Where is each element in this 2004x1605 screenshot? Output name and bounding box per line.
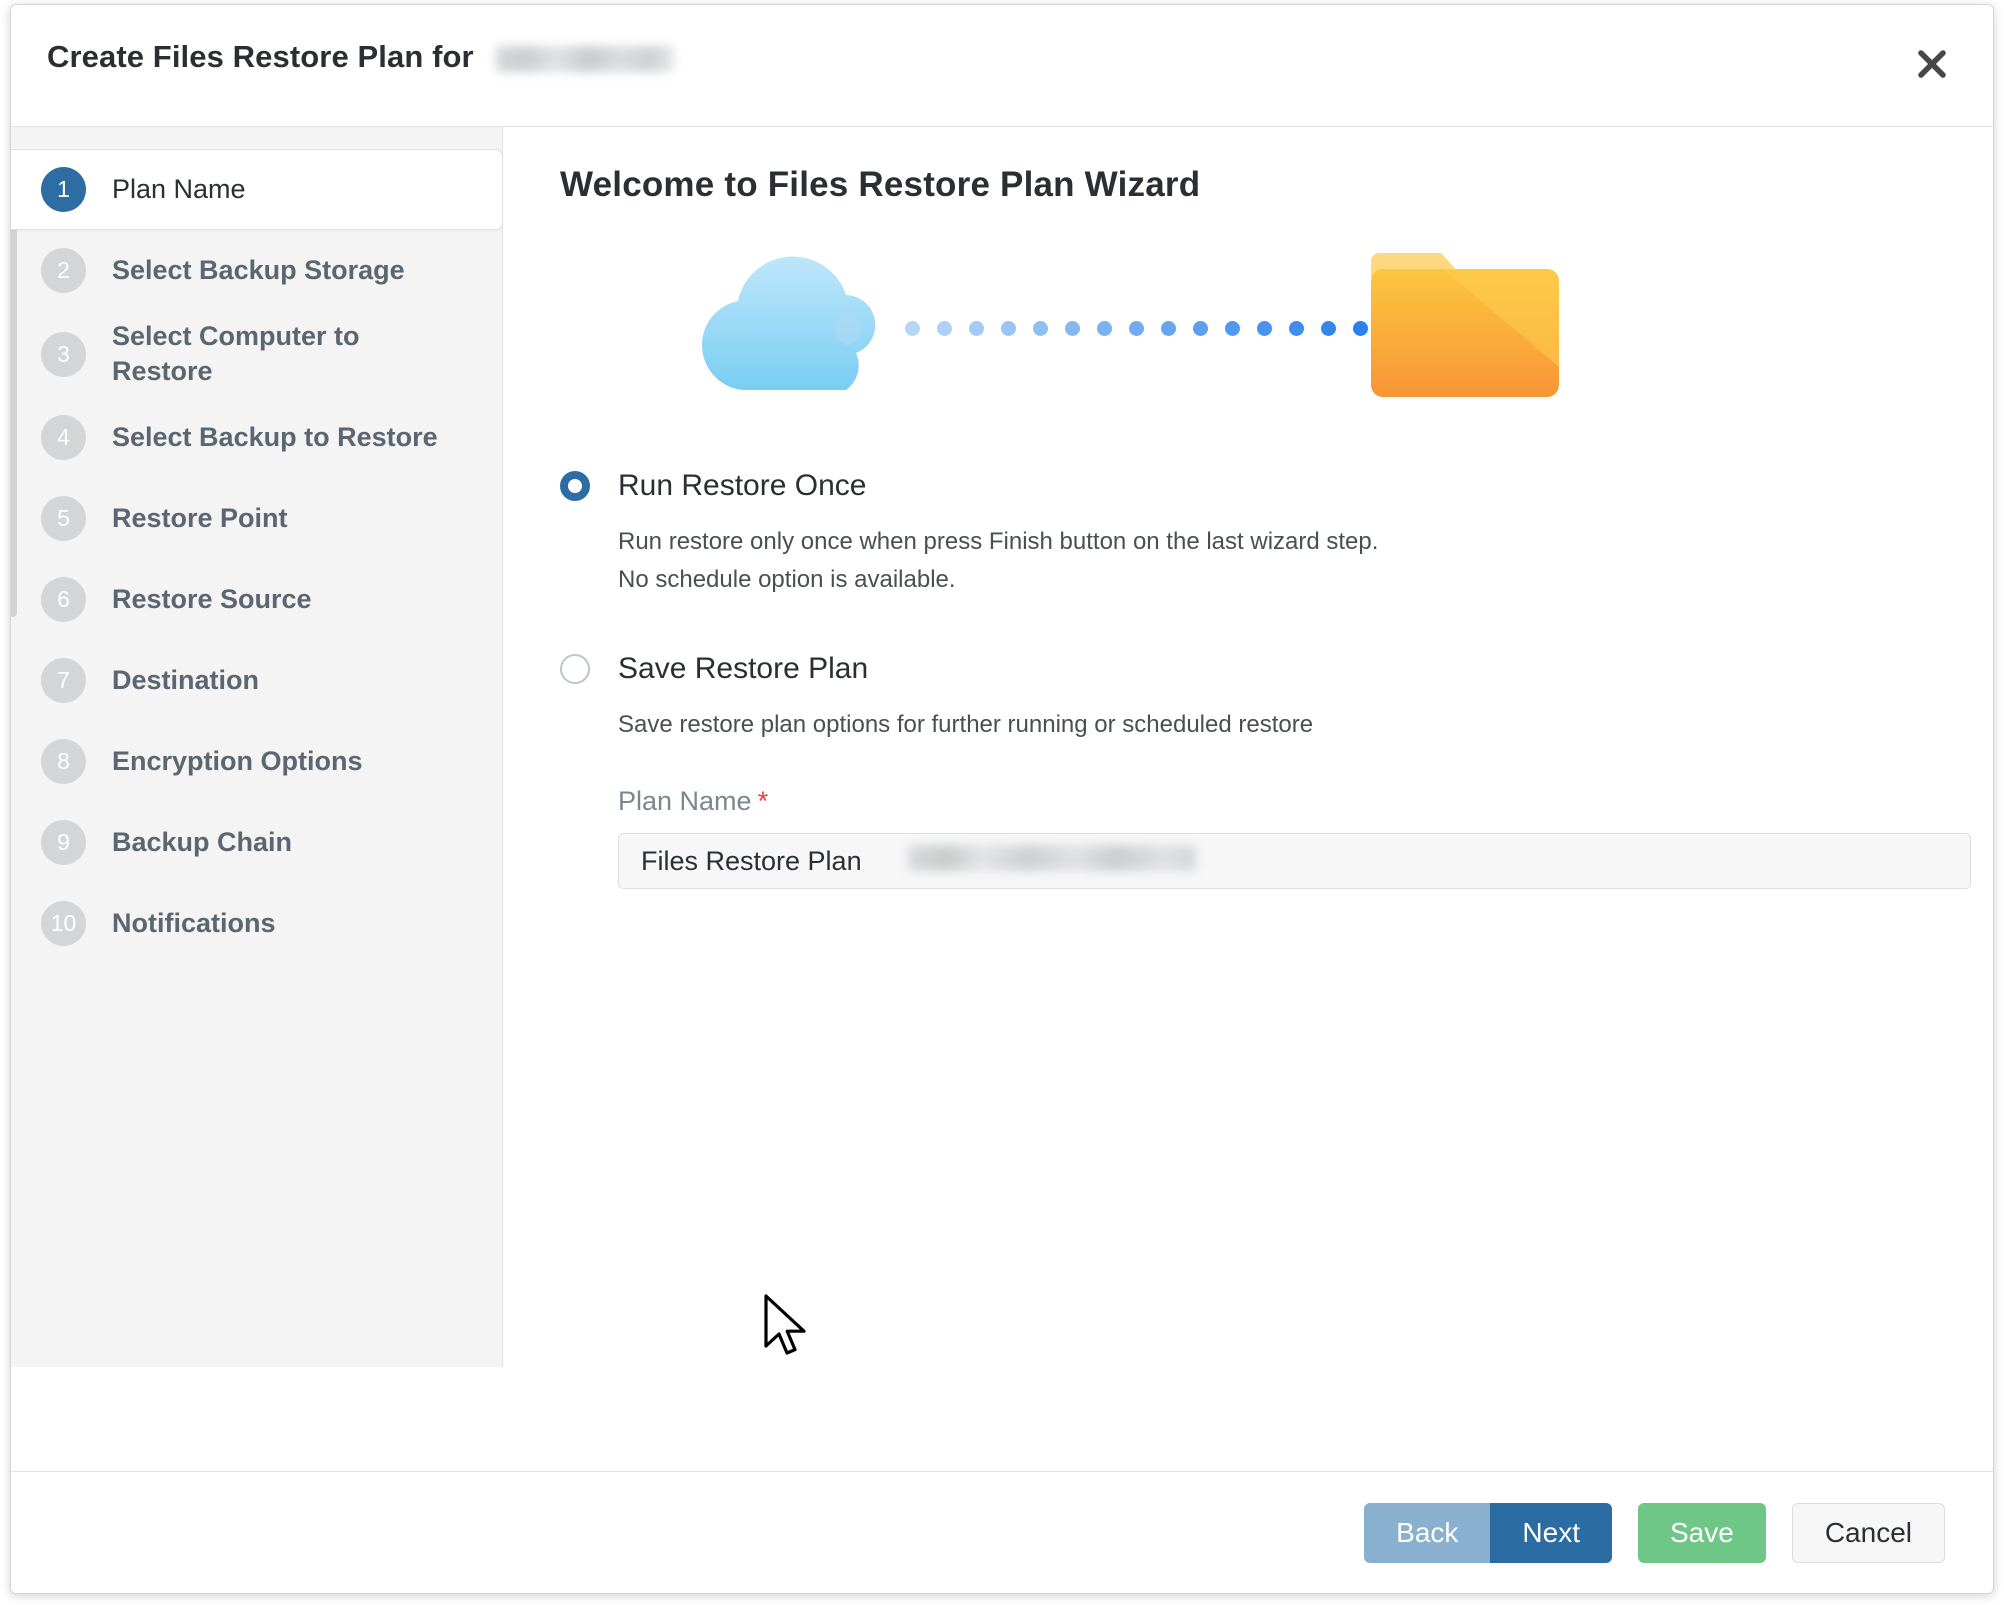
close-button[interactable] xyxy=(1901,33,1963,95)
page-title: Welcome to Files Restore Plan Wizard xyxy=(560,165,1201,204)
step-number-9: 9 xyxy=(41,820,86,866)
transfer-dot xyxy=(905,321,920,336)
dialog-footer: Back Next Save Cancel xyxy=(11,1471,1993,1593)
step-number-10: 10 xyxy=(41,901,86,947)
sidebar-item-label: Select Computer to Restore xyxy=(112,321,360,387)
transfer-dot xyxy=(1065,321,1080,336)
required-asterisk: * xyxy=(757,786,769,817)
sidebar-item-plan-name[interactable]: 1 Plan Name xyxy=(11,149,503,230)
sidebar-item-destination[interactable]: 7 Destination xyxy=(11,640,502,721)
wizard-main-panel: Welcome to Files Restore Plan Wizard Run… xyxy=(504,127,1993,1471)
nav-button-group: Back Next xyxy=(1364,1502,1612,1563)
plan-name-field-group: Plan Name * xyxy=(618,786,1971,890)
dialog-title: Create Files Restore Plan for xyxy=(47,39,675,75)
option-label: Run Restore Once xyxy=(618,469,867,502)
cancel-button[interactable]: Cancel xyxy=(1791,1502,1945,1563)
sidebar-item-label: Select Backup Storage xyxy=(112,254,405,285)
option-description-line2: No schedule option is available. xyxy=(618,566,956,594)
step-number-5: 5 xyxy=(41,496,86,542)
plan-name-input-wrap xyxy=(618,833,1971,890)
radio-save-restore-plan[interactable] xyxy=(560,653,590,684)
next-button[interactable]: Next xyxy=(1490,1502,1612,1563)
transfer-dot xyxy=(1129,321,1144,336)
option-description-line1: Run restore only once when press Finish … xyxy=(618,528,1379,555)
sidebar-item-select-backup-to-restore[interactable]: 4 Select Backup to Restore xyxy=(11,397,502,478)
sidebar-item-restore-source[interactable]: 6 Restore Source xyxy=(11,559,502,640)
back-button[interactable]: Back xyxy=(1364,1502,1491,1563)
folder-icon xyxy=(1371,253,1559,397)
option-label: Save Restore Plan xyxy=(618,651,869,685)
step-number-3: 3 xyxy=(41,331,86,377)
option-run-restore-once[interactable]: Run Restore Once xyxy=(560,469,1937,503)
sidebar-item-label: Destination xyxy=(112,665,260,696)
transfer-dot xyxy=(1225,321,1240,336)
step-number-8: 8 xyxy=(41,739,86,785)
transfer-dot xyxy=(1321,321,1336,336)
step-number-7: 7 xyxy=(41,658,86,704)
plan-name-label-text: Plan Name xyxy=(618,786,752,817)
transfer-dot xyxy=(937,321,952,336)
sidebar-item-label: Backup Chain xyxy=(112,827,293,858)
close-icon xyxy=(1918,50,1946,78)
option-save-restore-plan[interactable]: Save Restore Plan xyxy=(560,652,1937,686)
transfer-dot xyxy=(1001,321,1016,336)
step-number-4: 4 xyxy=(41,415,86,461)
plan-name-input[interactable] xyxy=(618,833,1971,890)
transfer-dot xyxy=(1193,321,1208,336)
option-save-restore-plan-block: Save Restore Plan Save restore plan opti… xyxy=(560,652,1937,744)
wizard-steps-sidebar: 1 Plan Name 2 Select Backup Storage 3 Se… xyxy=(11,127,503,1367)
transfer-dot xyxy=(969,321,984,336)
step-number-2: 2 xyxy=(41,248,86,293)
transfer-dot xyxy=(1161,321,1176,336)
save-button[interactable]: Save xyxy=(1638,1502,1766,1563)
plan-name-label: Plan Name * xyxy=(618,786,1937,817)
sidebar-item-restore-point[interactable]: 5 Restore Point xyxy=(11,478,502,559)
dialog-title-text: Create Files Restore Plan for xyxy=(47,39,474,74)
sidebar-item-backup-chain[interactable]: 9 Backup Chain xyxy=(11,802,502,883)
sidebar-item-label: Plan Name xyxy=(112,173,246,204)
sidebar-item-notifications[interactable]: 10 Notifications xyxy=(11,883,502,964)
sidebar-item-label: Encryption Options xyxy=(112,746,363,777)
sidebar-item-select-computer-to-restore[interactable]: 3 Select Computer to Restore xyxy=(11,311,502,397)
option-description-line1: Save restore plan options for further ru… xyxy=(618,710,1314,738)
transfer-dot xyxy=(1257,321,1272,336)
sidebar-item-label: Notifications xyxy=(112,908,276,939)
sidebar-item-label: Select Backup to Restore xyxy=(112,422,438,453)
dialog-header: Create Files Restore Plan for xyxy=(11,5,1993,127)
restore-mode-options: Run Restore Once Run restore only once w… xyxy=(560,469,1971,890)
transfer-dot xyxy=(1097,321,1112,336)
step-number-1: 1 xyxy=(41,167,86,212)
step-number-6: 6 xyxy=(41,577,86,623)
sidebar-item-label: Restore Point xyxy=(112,503,288,534)
sidebar-item-select-backup-storage[interactable]: 2 Select Backup Storage xyxy=(11,230,502,311)
transfer-dots xyxy=(905,321,1400,336)
radio-run-restore-once[interactable] xyxy=(560,471,590,501)
dialog-body: 1 Plan Name 2 Select Backup Storage 3 Se… xyxy=(11,127,1993,1471)
sidebar-item-label: Restore Source xyxy=(112,584,312,615)
wizard-illustration xyxy=(560,241,1937,421)
transfer-dot xyxy=(1033,321,1048,336)
create-files-restore-plan-dialog: Create Files Restore Plan for 1 Plan Nam… xyxy=(10,4,1994,1594)
cloud-icon xyxy=(701,256,876,390)
transfer-dot xyxy=(1289,321,1304,336)
redacted-account-name xyxy=(496,45,675,72)
sidebar-item-encryption-options[interactable]: 8 Encryption Options xyxy=(11,721,502,802)
